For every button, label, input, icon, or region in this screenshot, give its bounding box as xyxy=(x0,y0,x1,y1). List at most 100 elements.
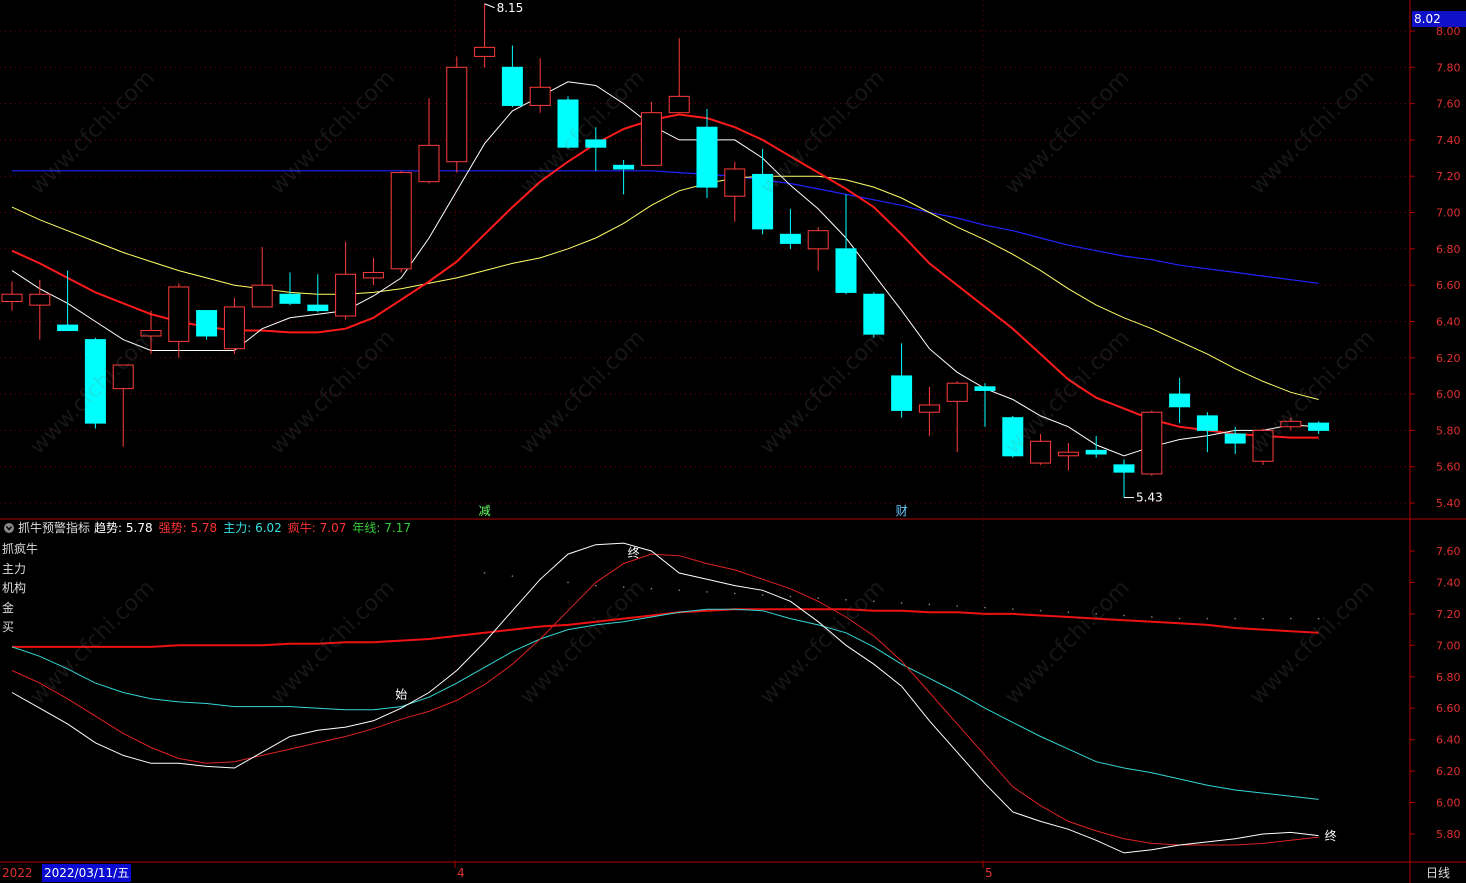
candle[interactable] xyxy=(1308,421,1330,435)
side-label: 机构 xyxy=(2,581,27,595)
candle[interactable] xyxy=(724,161,746,222)
candle-body xyxy=(1224,433,1246,444)
legend-item-4: 年线: 7.17 xyxy=(352,521,411,535)
candle-body xyxy=(1308,422,1330,431)
side-label: 抓疯牛 xyxy=(2,542,39,556)
candle[interactable] xyxy=(529,58,551,113)
y-tick-label: 5.80 xyxy=(1436,424,1461,437)
candle-body xyxy=(891,375,913,411)
candle-body xyxy=(1113,464,1135,473)
side-label: 买 xyxy=(2,620,15,634)
legend-label: 年线: xyxy=(352,521,381,535)
indicator-legend: 抓牛预警指标 趋势: 5.78 强势: 5.78 主力: 6.02 疯牛: 7.07 年… xyxy=(4,520,417,536)
ma5-line xyxy=(11,81,1319,457)
y-tick-label: 6.60 xyxy=(1436,279,1461,292)
low-price-label: 5.43 xyxy=(1136,491,1163,505)
candle[interactable] xyxy=(1280,417,1302,431)
candle[interactable] xyxy=(891,343,913,418)
candle[interactable] xyxy=(279,272,301,306)
candle-body xyxy=(918,404,940,413)
current-price-tag: 8.02 xyxy=(1412,11,1466,27)
candle[interactable] xyxy=(112,364,134,447)
candle[interactable] xyxy=(446,56,468,173)
period-button[interactable]: 日线 xyxy=(1426,864,1450,882)
candle[interactable] xyxy=(1252,428,1274,465)
candle[interactable] xyxy=(196,310,218,340)
candle-body xyxy=(557,99,579,148)
event-marker[interactable]: 减 xyxy=(479,504,491,518)
legend-item-1: 强势: 5.78 xyxy=(159,521,218,535)
indicator-y-tick-label: 6.20 xyxy=(1436,765,1461,778)
candle-body xyxy=(112,364,134,390)
indicator-y-tick-label: 7.60 xyxy=(1436,545,1461,558)
candle-body xyxy=(474,46,496,57)
month-label: 5 xyxy=(985,866,993,880)
candle[interactable] xyxy=(1030,434,1052,465)
candle-body xyxy=(1030,440,1052,464)
candle-body xyxy=(1002,417,1024,457)
indicator-y-tick-label: 6.80 xyxy=(1436,671,1461,684)
candle[interactable] xyxy=(362,257,384,286)
candle-body xyxy=(446,66,468,163)
legend-label: 趋势: xyxy=(94,521,123,535)
candle[interactable] xyxy=(1,281,23,311)
candle-body xyxy=(140,330,162,337)
high-price-marker: 8.15 xyxy=(484,1,523,15)
legend-value: 6.02 xyxy=(251,521,282,535)
candle-body xyxy=(307,304,329,312)
legend-label: 强势: xyxy=(158,521,187,535)
candle[interactable] xyxy=(640,101,662,166)
candle[interactable] xyxy=(1002,415,1024,458)
candle[interactable] xyxy=(1085,435,1107,458)
ma20-line xyxy=(11,175,1319,400)
candle[interactable] xyxy=(1141,410,1163,476)
candle[interactable] xyxy=(835,194,857,295)
legend-item-0: 趋势: 5.78 xyxy=(94,521,153,535)
legend-value: 5.78 xyxy=(122,521,153,535)
candle[interactable] xyxy=(557,96,579,149)
candle[interactable] xyxy=(418,98,440,184)
event-marker[interactable]: 财 xyxy=(896,504,908,518)
legend-value: 7.07 xyxy=(315,521,347,535)
indicator-y-tick-label: 7.40 xyxy=(1436,576,1461,589)
candle[interactable] xyxy=(1113,459,1135,498)
candle[interactable] xyxy=(807,227,829,271)
stock-chart[interactable]: 8.007.807.607.407.207.006.806.606.406.20… xyxy=(0,0,1466,883)
candle[interactable] xyxy=(779,208,801,249)
candle[interactable] xyxy=(474,3,496,68)
candle[interactable] xyxy=(84,337,106,429)
candle[interactable] xyxy=(1169,377,1191,424)
candle[interactable] xyxy=(863,292,885,338)
candle[interactable] xyxy=(223,297,245,355)
yearline-dots xyxy=(483,572,1320,620)
side-label: 主力 xyxy=(2,561,27,576)
candle[interactable] xyxy=(29,279,51,340)
candle-body xyxy=(696,126,718,188)
y-tick-label: 7.00 xyxy=(1436,207,1461,220)
month-label: 4 xyxy=(457,866,465,880)
signal-annotation: 终 xyxy=(1325,828,1337,843)
candle[interactable] xyxy=(918,386,940,436)
candle[interactable] xyxy=(335,241,357,320)
ma10-line xyxy=(11,113,1319,439)
collapse-icon[interactable] xyxy=(4,523,14,533)
candle-body xyxy=(196,310,218,337)
candle[interactable] xyxy=(696,109,718,199)
indicator-y-tick-label: 6.60 xyxy=(1436,702,1461,715)
candle[interactable] xyxy=(168,283,190,358)
candle-body xyxy=(1196,415,1218,431)
candle[interactable] xyxy=(668,38,690,114)
candle[interactable] xyxy=(613,159,635,195)
candle-body xyxy=(335,273,357,317)
candle[interactable] xyxy=(251,247,273,308)
candle[interactable] xyxy=(974,383,996,427)
candle[interactable] xyxy=(390,170,412,273)
candle-body xyxy=(362,271,384,279)
candle-body xyxy=(168,286,190,342)
candle[interactable] xyxy=(501,45,523,108)
candle[interactable] xyxy=(752,149,774,235)
candle-body xyxy=(1280,420,1302,428)
candle-body xyxy=(223,306,245,350)
candle[interactable] xyxy=(1057,443,1079,471)
candle[interactable] xyxy=(946,381,968,453)
